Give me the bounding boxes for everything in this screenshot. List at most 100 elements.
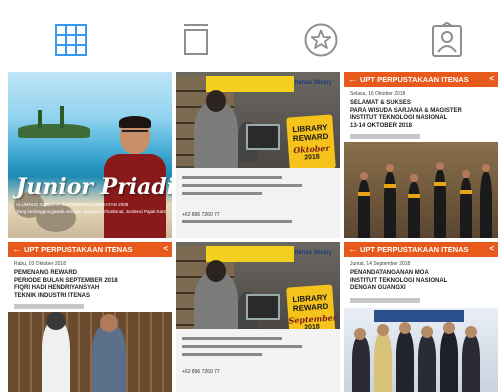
post-date: Rabu, 03 Oktober 2018 — [14, 261, 66, 267]
post-thumbnail[interactable]: itenas library LIBRARY REWARD Oktober 20… — [176, 72, 340, 238]
app-header: ← UPT PERPUSTAKAAN ITENAS < — [344, 72, 498, 87]
sash — [434, 182, 446, 186]
title-line: DENGAN GUANGXI — [350, 285, 406, 291]
person-figure — [42, 320, 70, 392]
post-thumbnail[interactable]: itenas library LIBRARY REWARD September … — [176, 242, 340, 392]
share-icon: < — [489, 244, 494, 253]
title-line: TEKNIK INDUSTRI ITENAS — [14, 292, 91, 299]
text-line — [182, 337, 282, 340]
sash — [384, 184, 396, 188]
island-shape — [18, 124, 90, 138]
title-line: INSTITUT TEKNOLOGI NASIONAL — [350, 277, 448, 284]
moa-photo — [344, 308, 498, 392]
person-figure — [440, 330, 458, 392]
caption-line: Yang bertanggungjawab sebagai: pegawai O… — [16, 209, 166, 214]
person-figure — [92, 324, 126, 392]
tab-grid[interactable] — [51, 20, 91, 60]
header-title: UPT PERPUSTAKAAN ITENAS — [24, 245, 133, 254]
person-head — [100, 314, 118, 332]
phone-number: +62 896 7260 77 — [182, 212, 220, 219]
post-thumbnail[interactable]: ← UPT PERPUSTAKAAN ITENAS < Jumat, 14 Se… — [344, 242, 498, 392]
person-figure — [194, 102, 238, 172]
hijab-head — [46, 312, 66, 330]
title-line: SELAMAT & SUKSES — [350, 100, 411, 106]
tagged-person-icon — [432, 22, 462, 57]
hair — [119, 116, 151, 128]
signature-text: Junior Priadi — [16, 174, 172, 200]
share-icon: < — [163, 244, 168, 253]
brand-label: itenas library — [294, 250, 332, 256]
glasses — [122, 130, 148, 136]
profile-tab-bar — [0, 0, 498, 72]
computer-monitor — [246, 294, 280, 320]
sash — [358, 192, 370, 196]
graduate-head — [482, 164, 490, 172]
grid-icon — [55, 24, 87, 56]
share-icon: < — [489, 74, 494, 83]
graduate-figure — [408, 182, 420, 238]
header-title: UPT PERPUSTAKAAN ITENAS — [360, 75, 469, 84]
computer-monitor — [246, 124, 280, 150]
tab-saved[interactable] — [301, 20, 341, 60]
sash — [408, 194, 420, 198]
graduate-figure — [434, 170, 446, 238]
graduate-head — [360, 172, 368, 180]
text-line — [182, 345, 302, 348]
graduate-head — [410, 174, 418, 182]
graduate-figure — [358, 180, 370, 238]
feed-icon — [184, 24, 208, 55]
back-arrow-icon: ← — [12, 244, 21, 254]
title-line: PERIODE BULAN SEPTEMBER 2018 — [14, 277, 118, 284]
post-date: Jumat, 14 September 2018 — [350, 261, 411, 267]
graduate-head — [462, 170, 470, 178]
share-bar — [350, 298, 420, 303]
person-head — [399, 322, 411, 334]
info-panel: +62 896 7260 77 — [176, 168, 340, 238]
sash — [460, 190, 472, 194]
text-line — [182, 176, 282, 180]
phone-number: +62 896 7260 77 — [182, 369, 220, 375]
post-thumbnail[interactable]: Junior Priadi ALUMNUS JURUSAN INFORMATIK… — [8, 72, 172, 238]
back-arrow-icon: ← — [348, 74, 357, 84]
app-header: ← UPT PERPUSTAKAAN ITENAS < — [8, 242, 172, 257]
person-head — [377, 324, 389, 336]
post-grid: Junior Priadi ALUMNUS JURUSAN INFORMATIK… — [0, 72, 498, 392]
badge-text: REWARD — [292, 131, 329, 144]
person-figure — [462, 334, 480, 392]
badge-text: REWARD — [292, 301, 329, 314]
post-title: SELAMAT & SUKSES PARA WISUDA SARJANA & M… — [350, 100, 462, 130]
post-thumbnail[interactable]: ← UPT PERPUSTAKAAN ITENAS < Rabu, 03 Okt… — [8, 242, 172, 392]
winner-photo — [8, 312, 172, 392]
tab-tagged[interactable] — [427, 20, 467, 60]
back-arrow-icon: ← — [348, 244, 357, 254]
text-line — [182, 192, 262, 196]
person-head — [443, 322, 455, 334]
person-figure — [418, 334, 436, 392]
person-head — [465, 326, 477, 338]
graduate-head — [386, 164, 394, 172]
text-line — [182, 184, 302, 188]
header-title: UPT PERPUSTAKAAN ITENAS — [360, 245, 469, 254]
caption-line: ALUMNUS JURUSAN INFORMATIKA ANGKATAN 200… — [16, 202, 129, 207]
share-bar — [350, 134, 420, 139]
title-line: PARA WISUDA SARJANA & MAGISTER — [350, 107, 462, 114]
title-line: PEMENANG REWARD — [14, 270, 78, 276]
text-line — [182, 220, 292, 224]
title-line: INSTITUT TEKNOLOGI NASIONAL — [350, 115, 448, 121]
person-figure — [352, 336, 370, 392]
palm-tree — [38, 110, 42, 128]
post-title: PEMENANG REWARD PERIODE BULAN SEPTEMBER … — [14, 270, 118, 300]
person-head — [421, 326, 433, 338]
app-header: ← UPT PERPUSTAKAAN ITENAS < — [344, 242, 498, 257]
title-line: PENANDATANGANAN MOA — [350, 270, 429, 276]
tab-feed[interactable] — [176, 20, 216, 60]
graduate-figure — [460, 178, 472, 238]
post-thumbnail[interactable]: ← UPT PERPUSTAKAAN ITENAS < Selasa, 16 O… — [344, 72, 498, 238]
person-figure — [374, 332, 392, 392]
person-head — [206, 90, 226, 112]
post-date: Selasa, 16 Oktober 2018 — [350, 91, 406, 97]
info-panel: +62 896 7260 77 — [176, 329, 340, 392]
text-line — [182, 353, 262, 356]
title-line: FIQRI HADI HENDRIYANSYAH — [14, 285, 100, 291]
title-line: 13-14 OKTOBER 2018 — [350, 122, 412, 129]
